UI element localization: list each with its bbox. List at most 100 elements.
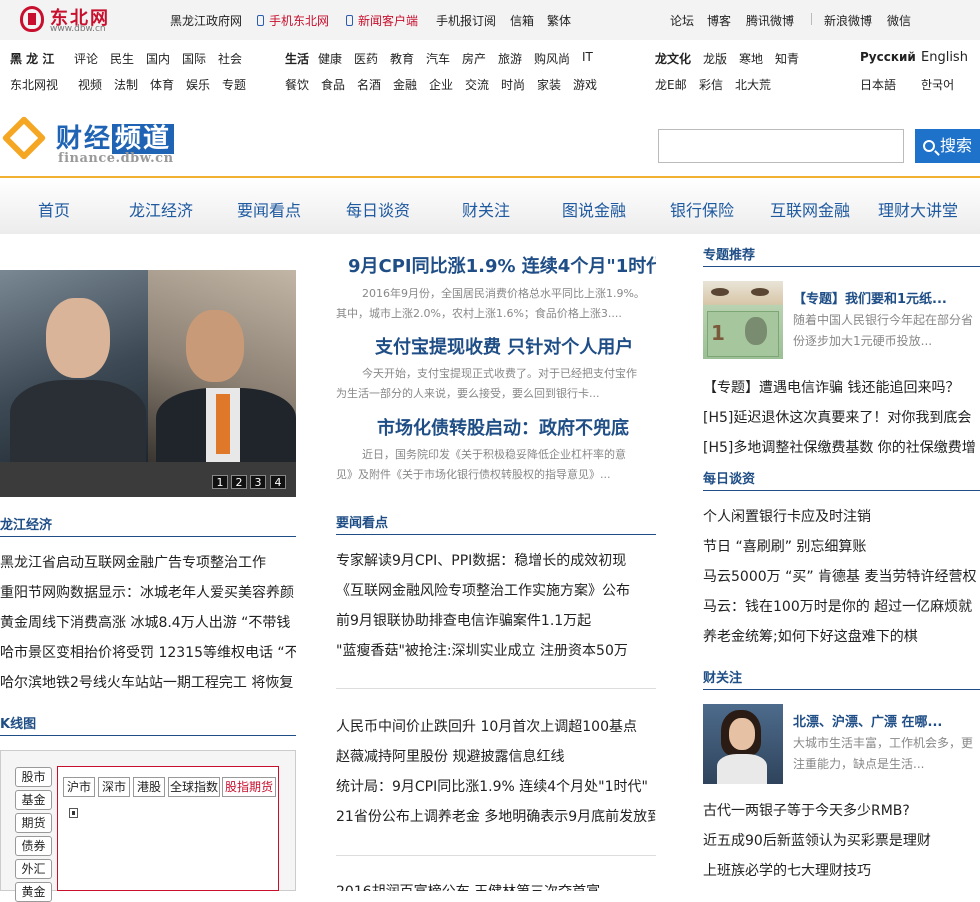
- lang-russian[interactable]: Русский: [860, 50, 916, 64]
- tab-daily-talk[interactable]: 每日谈资: [346, 197, 410, 221]
- nav-item[interactable]: 家装: [537, 76, 561, 93]
- nav-item[interactable]: 专题: [222, 76, 246, 93]
- list-item[interactable]: 人民币中间价止跌回升 10月首次上调超100基点: [336, 716, 656, 736]
- nav-item[interactable]: 购风尚: [534, 50, 570, 67]
- tab-longjiang[interactable]: 龙江经济: [129, 197, 193, 221]
- nav-item[interactable]: 房产: [462, 50, 486, 67]
- link-gov[interactable]: 黑龙江政府网: [170, 12, 242, 29]
- link-sina-weibo[interactable]: 新浪微博: [824, 12, 872, 29]
- nav-item[interactable]: 企业: [429, 76, 453, 93]
- nav-item[interactable]: 健康: [318, 50, 342, 67]
- finance-logo[interactable]: 财经 频道: [56, 118, 175, 155]
- nav-item[interactable]: 旅游: [498, 50, 522, 67]
- list-item[interactable]: 黄金周线下消费高涨 冰城8.4万人出游 “不带钱: [0, 612, 296, 632]
- nav-item[interactable]: 视频: [78, 76, 102, 93]
- nav-item[interactable]: 法制: [114, 76, 138, 93]
- list-item[interactable]: "蓝瘦香菇"被抢注:深圳实业成立 注册资本50万: [336, 640, 656, 660]
- nav-item[interactable]: 国内: [146, 50, 170, 67]
- list-item[interactable]: 赵薇减持阿里股份 规避披露信息红线: [336, 746, 656, 766]
- nav-item[interactable]: 评论: [74, 50, 98, 67]
- tab-home[interactable]: 首页: [38, 197, 70, 221]
- nav-life[interactable]: 生活: [285, 50, 309, 67]
- nav-item[interactable]: 娱乐: [186, 76, 210, 93]
- kline-button-bond[interactable]: 债券: [15, 836, 52, 856]
- slide-page-button[interactable]: 2: [231, 475, 247, 489]
- zhuanti-feature-title[interactable]: 【专题】我们要和1元纸...: [793, 288, 980, 307]
- search-input[interactable]: [658, 129, 904, 163]
- lang-english[interactable]: English: [921, 50, 968, 65]
- nav-item[interactable]: 社会: [218, 50, 242, 67]
- kline-button-gold[interactable]: 黄金: [15, 882, 52, 902]
- list-item[interactable]: 前9月银联协助排查电信诈骗案件1.1万起: [336, 610, 656, 630]
- slideshow-image[interactable]: 1 2 3 4: [0, 270, 296, 497]
- list-item[interactable]: 2016胡润百富榜公布 王健林第三次夺首富: [336, 881, 656, 891]
- headline-title[interactable]: 9月CPI同比涨1.9% 连续4个月"1时代": [348, 252, 656, 278]
- lang-japanese[interactable]: 日本語: [860, 76, 896, 93]
- nav-item[interactable]: 寒地: [739, 50, 763, 67]
- lang-korean[interactable]: 한국어: [921, 76, 954, 93]
- nav-item[interactable]: 教育: [390, 50, 414, 67]
- nav-item[interactable]: 知青: [775, 50, 799, 67]
- list-item[interactable]: 哈尔滨地铁2号线火车站站一期工程完工 将恢复: [0, 672, 296, 692]
- headline-title[interactable]: 市场化债转股启动：政府不兜底: [377, 414, 656, 440]
- nav-item[interactable]: 东北网视: [10, 76, 58, 93]
- link-subscribe[interactable]: 手机报订阅: [436, 12, 496, 29]
- nav-item[interactable]: 龙E邮: [655, 76, 687, 93]
- tab-headlines[interactable]: 要闻看点: [237, 197, 301, 221]
- zhuanti-thumbnail[interactable]: 1: [703, 281, 783, 359]
- kline-button-fund[interactable]: 基金: [15, 790, 52, 810]
- list-item[interactable]: 专家解读9月CPI、PPI数据：稳增长的成效初现: [336, 550, 656, 570]
- kline-tab-index-futures[interactable]: 股指期货: [222, 777, 276, 797]
- kline-button-futures[interactable]: 期货: [15, 813, 52, 833]
- nav-item[interactable]: 民生: [110, 50, 134, 67]
- list-item[interactable]: 古代一两银子等于今天多少RMB?: [703, 800, 980, 820]
- section-title-longjiang[interactable]: 龙江经济: [0, 514, 52, 533]
- list-item[interactable]: 《互联网金融风险专项整治工作实施方案》公布: [336, 580, 656, 600]
- nav-item[interactable]: 交流: [465, 76, 489, 93]
- list-item[interactable]: 哈市景区变相抬价将受罚 12315等维权电话 “不: [0, 642, 296, 662]
- nav-item[interactable]: 餐饮: [285, 76, 309, 93]
- kline-tab-hk[interactable]: 港股: [133, 777, 165, 797]
- nav-item[interactable]: IT: [582, 50, 593, 64]
- link-wechat[interactable]: 微信: [887, 12, 911, 29]
- link-traditional[interactable]: 繁体: [547, 12, 571, 29]
- link-news-client[interactable]: 新闻客户端: [346, 12, 418, 29]
- link-tencent-weibo[interactable]: 腾讯微博: [746, 12, 794, 29]
- tab-bank-insurance[interactable]: 银行保险: [670, 197, 734, 221]
- tab-lecture[interactable]: 理财大讲堂: [878, 197, 958, 221]
- nav-item[interactable]: 体育: [150, 76, 174, 93]
- caiguanzhu-feature-title[interactable]: 北漂、沪漂、广漂 在哪...: [793, 711, 980, 730]
- list-item[interactable]: 马云：钱在100万时是你的 超过一亿麻烦就: [703, 596, 980, 616]
- nav-item[interactable]: 彩信: [699, 76, 723, 93]
- nav-item[interactable]: 游戏: [573, 76, 597, 93]
- list-item[interactable]: 养老金统筹;如何下好这盘难下的棋: [703, 626, 980, 646]
- nav-item[interactable]: 时尚: [501, 76, 525, 93]
- slide-page-button[interactable]: 4: [270, 475, 286, 489]
- list-item[interactable]: 节日 “喜刷刷” 别忘细算账: [703, 536, 980, 556]
- nav-item[interactable]: 食品: [321, 76, 345, 93]
- headline-title[interactable]: 支付宝提现收费 只针对个人用户: [375, 333, 656, 359]
- slide-page-button[interactable]: 3: [250, 475, 266, 489]
- nav-item[interactable]: 金融: [393, 76, 417, 93]
- dbw-logo[interactable]: 东北网 www.dbw.cn: [20, 6, 130, 34]
- slide-page-button[interactable]: 1: [212, 475, 228, 489]
- list-item[interactable]: 重阳节网购数据显示：冰城老年人爱买美容养颜: [0, 582, 296, 602]
- nav-item[interactable]: 医药: [354, 50, 378, 67]
- list-item[interactable]: 近五成90后新蓝领认为买彩票是理财: [703, 830, 980, 850]
- link-mailbox[interactable]: 信箱: [510, 12, 534, 29]
- nav-item[interactable]: 汽车: [426, 50, 450, 67]
- nav-dragon-culture[interactable]: 龙文化: [655, 50, 691, 67]
- section-title-yaowen[interactable]: 要闻看点: [336, 512, 388, 531]
- list-item[interactable]: 个人闲置银行卡应及时注销: [703, 506, 980, 526]
- tab-internet-finance[interactable]: 互联网金融: [770, 197, 850, 221]
- link-mobile[interactable]: 手机东北网: [257, 12, 329, 29]
- list-item[interactable]: [H5]多地调整社保缴费基数 你的社保缴费增: [703, 437, 980, 457]
- nav-item[interactable]: 国际: [182, 50, 206, 67]
- link-forum[interactable]: 论坛: [670, 12, 694, 29]
- nav-heilongjiang[interactable]: 黑 龙 江: [10, 50, 54, 67]
- section-title-caiguanzhu[interactable]: 财关注: [703, 667, 742, 686]
- search-button[interactable]: 搜索: [915, 129, 980, 163]
- nav-item[interactable]: 龙版: [703, 50, 727, 67]
- list-item[interactable]: 上班族必学的七大理财技巧: [703, 860, 980, 880]
- list-item[interactable]: 统计局：9月CPI同比涨1.9% 连续4个月处"1时代": [336, 776, 656, 796]
